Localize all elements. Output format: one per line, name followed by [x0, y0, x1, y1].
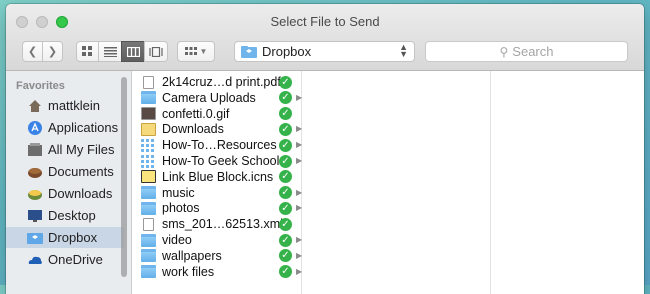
sidebar-item-label: Downloads — [48, 186, 113, 201]
sync-check-icon: ✓ — [279, 75, 292, 89]
file-column: 2k14cruz…d print.pdf ✓ Camera Uploads ✓ ▶ con… — [132, 71, 302, 294]
file-icon — [143, 217, 154, 231]
onedrive-icon — [28, 256, 42, 264]
file-row[interactable]: photos ✓ ▶ — [132, 200, 302, 216]
desktop-icon — [28, 209, 42, 222]
downloads-icon — [28, 189, 42, 200]
chevron-left-icon: ❮ — [27, 46, 38, 58]
home-icon — [29, 99, 41, 112]
sidebar-item-downloads[interactable]: Downloads — [6, 183, 124, 204]
applications-icon — [28, 120, 42, 135]
titlebar: Select File to Send ❮ ❯ ▼ Dropbox ▲ ▼ ⚲ … — [6, 4, 644, 71]
location-label: Dropbox — [262, 44, 312, 59]
sidebar: Favorites mattklein Applications All My … — [6, 71, 132, 294]
search-icon: ⚲ — [499, 44, 509, 59]
file-icon — [141, 107, 156, 121]
folder-icon — [141, 186, 156, 200]
chevron-right-icon: ❯ — [47, 46, 58, 58]
sidebar-item-label: mattklein — [48, 98, 101, 113]
file-row[interactable]: Link Blue Block.icns ✓ — [132, 169, 301, 185]
arrange-grid-icon — [184, 46, 197, 55]
sidebar-item-dropbox[interactable]: Dropbox — [6, 227, 124, 248]
folder-icon — [141, 154, 156, 168]
file-row[interactable]: wallpapers ✓ ▶ — [132, 248, 302, 264]
file-row[interactable]: sms_201…62513.xml ✓ — [132, 216, 301, 232]
dropbox-icon — [27, 232, 43, 244]
sync-check-icon: ✓ — [279, 217, 292, 231]
folder-icon — [141, 122, 156, 136]
sync-check-icon: ✓ — [279, 265, 292, 279]
column-view-button[interactable] — [121, 41, 145, 62]
folder-icon — [141, 265, 156, 279]
sidebar-scrollbar[interactable] — [121, 77, 127, 277]
cover-flow-icon — [149, 46, 163, 57]
file-row[interactable]: confetti.0.gif ✓ — [132, 106, 301, 122]
chevron-down-icon: ▼ — [199, 47, 208, 56]
file-row[interactable]: How-To…Resources ✓ ▶ — [132, 137, 302, 153]
sidebar-item-label: Documents — [48, 164, 114, 179]
file-row[interactable]: How-To Geek School ✓ ▶ — [132, 153, 302, 169]
folder-icon — [141, 91, 156, 105]
empty-column — [491, 71, 644, 294]
icon-view-icon — [82, 46, 92, 56]
folder-icon — [141, 249, 156, 263]
folder-icon — [141, 233, 156, 247]
window-title: Select File to Send — [270, 14, 380, 29]
sidebar-item-desktop[interactable]: Desktop — [6, 205, 124, 226]
location-popup[interactable]: Dropbox ▲ ▼ — [234, 41, 415, 62]
sync-check-icon: ✓ — [279, 154, 292, 168]
file-icon — [141, 170, 156, 184]
list-view-button[interactable] — [98, 41, 122, 62]
column-view-icon — [126, 46, 140, 57]
file-row[interactable]: Downloads ✓ ▶ — [132, 121, 302, 137]
back-button[interactable]: ❮ — [22, 41, 43, 62]
list-view-icon — [103, 46, 117, 57]
sidebar-item-all-my-files[interactable]: All My Files — [6, 139, 124, 160]
sync-check-icon: ✓ — [279, 138, 292, 152]
file-row[interactable]: Camera Uploads ✓ ▶ — [132, 90, 302, 106]
file-row[interactable]: work files ✓ ▶ — [132, 264, 302, 280]
documents-icon — [28, 167, 42, 178]
sidebar-item-label: OneDrive — [48, 252, 103, 267]
file-row[interactable]: 2k14cruz…d print.pdf ✓ — [132, 74, 301, 90]
sync-check-icon: ✓ — [279, 122, 292, 136]
cover-flow-view-button[interactable] — [144, 41, 168, 62]
sync-check-icon: ✓ — [279, 186, 292, 200]
sync-check-icon: ✓ — [279, 107, 292, 121]
arrange-menu-button[interactable]: ▼ — [177, 41, 215, 62]
sidebar-item-label: Dropbox — [48, 230, 98, 245]
search-field[interactable]: ⚲ Search — [425, 41, 628, 62]
icon-view-button[interactable] — [76, 41, 99, 62]
dropbox-folder-icon — [241, 45, 257, 58]
preview-column — [302, 71, 491, 294]
search-placeholder: Search — [512, 44, 554, 59]
sync-check-icon: ✓ — [279, 201, 292, 215]
folder-icon — [141, 138, 156, 152]
sidebar-item-onedrive[interactable]: OneDrive — [6, 249, 124, 270]
folder-icon — [141, 201, 156, 215]
updown-chevron-icon: ▲ ▼ — [399, 42, 408, 59]
file-dialog-window: Select File to Send ❮ ❯ ▼ Dropbox ▲ ▼ ⚲ … — [6, 4, 644, 294]
file-row[interactable]: music ✓ ▶ — [132, 185, 302, 201]
forward-button[interactable]: ❯ — [42, 41, 63, 62]
sidebar-header: Favorites — [16, 80, 65, 92]
sidebar-item-label: Desktop — [48, 208, 96, 223]
sync-check-icon: ✓ — [279, 233, 292, 247]
file-row[interactable]: video ✓ ▶ — [132, 232, 302, 248]
sidebar-item-mattklein[interactable]: mattklein — [6, 95, 124, 116]
sidebar-item-documents[interactable]: Documents — [6, 161, 124, 182]
all-files-icon — [28, 142, 42, 156]
sidebar-item-applications[interactable]: Applications — [6, 117, 124, 138]
sidebar-item-label: Applications — [48, 120, 119, 135]
file-icon — [143, 75, 154, 89]
sidebar-item-label: All My Files — [48, 142, 115, 157]
